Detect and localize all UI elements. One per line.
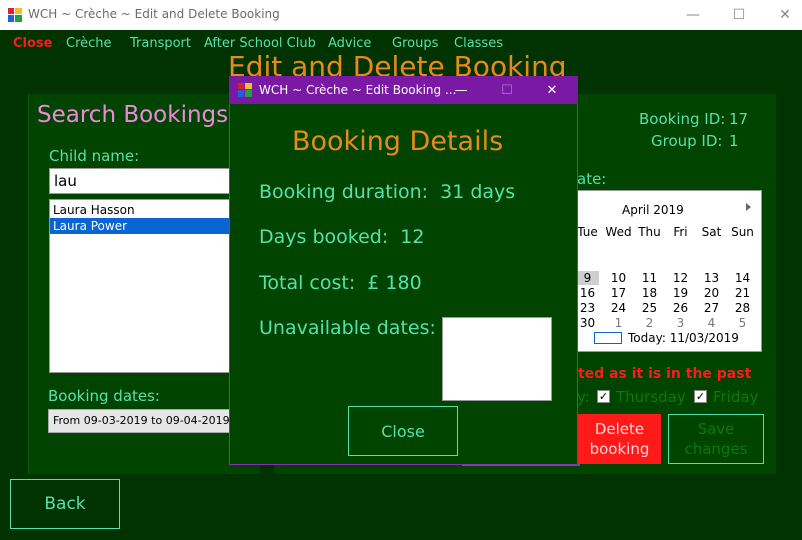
calendar-row: 16 17 18 19 20 21 [572,286,758,300]
save-changes-button[interactable]: Save changes [668,414,764,464]
calendar-day[interactable]: 3 [665,316,696,330]
calendar-day[interactable]: 11 [634,271,665,285]
child-results-list[interactable]: Laura Hasson Laura Power [49,199,231,373]
friday-label: Friday [713,388,759,406]
calendar-day-headers: Tue Wed Thu Fri Sat Sun [572,225,758,239]
calendar-row: 23 24 25 26 27 28 [572,301,758,315]
duration-row: Booking duration: 31 days [259,181,515,203]
days-booked-row: Days booked: 12 [259,226,424,248]
dialog-close-icon[interactable]: ✕ [537,80,567,100]
total-cost-value: £ 180 [367,272,422,294]
dialog-heading: Booking Details [292,126,504,157]
calendar-day[interactable]: 12 [665,271,696,285]
calendar-day[interactable]: 1 [603,316,634,330]
duration-value: 31 days [440,181,516,203]
thursday-checkbox[interactable]: ✓ [597,390,610,403]
maximize-button[interactable]: ☐ [716,4,762,26]
calendar-day[interactable]: 20 [696,286,727,300]
calendar-day[interactable]: 10 [603,271,634,285]
app-icon [8,8,22,22]
menu-transport[interactable]: Transport [130,36,191,51]
day-header: Sat [701,225,722,239]
day-header: Thu [638,225,661,239]
total-cost-row: Total cost: £ 180 [259,272,422,294]
day-header: Fri [673,225,688,239]
day-header: Wed [605,225,632,239]
minimize-button[interactable]: — [670,4,716,26]
dialog-maximize-button[interactable]: ☐ [492,80,522,100]
duration-label: Booking duration: [259,181,429,203]
menu-groups[interactable]: Groups [392,36,438,51]
friday-checkbox[interactable]: ✓ [694,390,707,403]
child-name-input[interactable]: lau [49,168,231,194]
calendar-day[interactable]: 14 [727,271,758,285]
day-header: Sun [731,225,754,239]
window-title: WCH ~ Crèche ~ Edit and Delete Booking [28,7,280,21]
booking-dates-field: From 09-03-2019 to 09-04-2019 [48,409,231,433]
group-id-label: Group ID: [651,132,723,150]
calendar-today[interactable]: Today: 11/03/2019 [628,331,739,345]
calendar-day[interactable]: 25 [634,301,665,315]
calendar-day[interactable]: 18 [634,286,665,300]
menu-after-school-club[interactable]: After School Club [204,36,316,51]
app-icon [238,83,252,97]
chevron-right-icon[interactable] [745,202,753,212]
calendar-day[interactable]: 27 [696,301,727,315]
calendar-day[interactable]: 24 [603,301,634,315]
thursday-label: Thursday [616,388,686,406]
delete-booking-button[interactable]: Delete booking [578,414,661,464]
days-booked-value: 12 [400,226,425,248]
dialog-title: WCH ~ Crèche ~ Edit Booking ... [259,83,457,97]
menu-advice[interactable]: Advice [328,36,371,51]
menu-close[interactable]: Close [13,36,52,51]
days-booked-label: Days booked: [259,226,389,248]
booking-dates-label: Booking dates: [48,387,160,405]
calendar-day[interactable]: 2 [634,316,665,330]
booking-id-value: 17 [729,110,749,128]
calendar-day[interactable]: 21 [727,286,758,300]
booking-id-label: Booking ID: [639,110,726,128]
calendar-day[interactable]: 26 [665,301,696,315]
calendar-row: 9 10 11 12 13 14 [572,271,758,285]
calendar-month: April 2019 [622,203,684,217]
today-marker [594,332,622,344]
dialog-minimize-button[interactable]: — [446,80,476,100]
menu-classes[interactable]: Classes [454,36,503,51]
back-button[interactable]: Back [10,479,120,529]
calendar-day[interactable]: 19 [665,286,696,300]
unavailable-dates-label: Unavailable dates: [259,317,436,339]
unavailable-dates-list[interactable] [442,317,552,401]
calendar-day[interactable]: 17 [603,286,634,300]
calendar-day[interactable]: 13 [696,271,727,285]
calendar-day[interactable]: 5 [727,316,758,330]
search-title: Search Bookings [37,102,229,128]
date-label: ate: [577,170,607,188]
calendar-day[interactable]: 28 [727,301,758,315]
list-item[interactable]: Laura Hasson [50,202,230,218]
total-cost-label: Total cost: [259,272,356,294]
list-item-selected[interactable]: Laura Power [50,218,230,234]
past-booking-warning: ted as it is in the past [578,366,752,382]
calendar-row: 30 1 2 3 4 5 [572,316,758,330]
dialog-close-button[interactable]: Close [348,406,458,456]
day-prefix: y: [577,388,590,406]
child-name-label: Child name: [49,147,140,165]
group-id-value: 1 [729,132,739,150]
window-close-button[interactable]: ✕ [762,4,802,26]
menu-creche[interactable]: Crèche [66,36,112,51]
calendar-day[interactable]: 4 [696,316,727,330]
